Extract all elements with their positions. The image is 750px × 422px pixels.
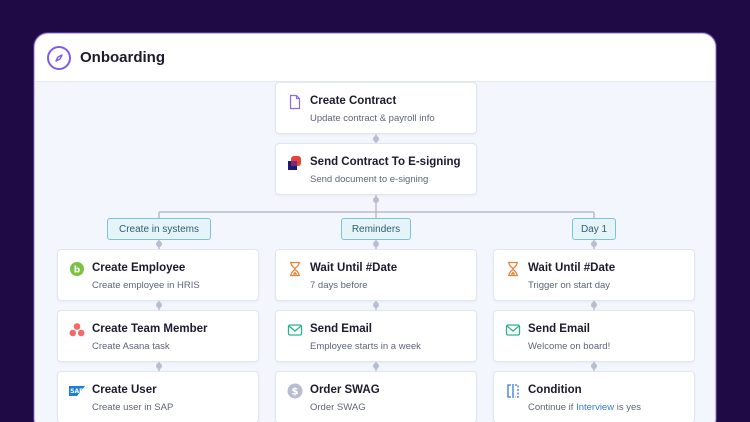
dollar-icon: $ [287, 383, 303, 399]
step-condition[interactable]: Condition Continue if Interview is yes [493, 371, 695, 422]
step-title: Create Employee [92, 262, 186, 274]
step-title: Create Team Member [92, 323, 208, 335]
esign-logo-icon [287, 155, 303, 171]
step-wait-until-date-day1[interactable]: Wait Until #Date Trigger on start day [493, 249, 695, 301]
step-subtitle: Update contract & payroll info [310, 113, 435, 124]
step-subtitle: Create employee in HRIS [92, 280, 200, 291]
step-subtitle: Continue if Interview is yes [528, 402, 641, 413]
step-subtitle: Welcome on board! [528, 341, 611, 352]
step-subtitle: Employee starts in a week [310, 341, 421, 352]
envelope-icon [505, 322, 521, 338]
step-title: Create Contract [310, 95, 397, 107]
svg-text:$: $ [292, 387, 299, 398]
branch-tag-day-1[interactable]: Day 1 [572, 218, 616, 240]
hris-logo-icon: b [69, 261, 85, 277]
compass-icon [47, 45, 71, 70]
step-order-swag[interactable]: $ Order SWAG Order SWAG [275, 371, 477, 422]
step-title: Send Email [528, 323, 590, 335]
step-subtitle: Trigger on start day [528, 280, 611, 291]
condition-icon [505, 383, 521, 399]
workflow-window: Onboarding Create Contract Update contra… [34, 33, 716, 422]
step-title: Create User [92, 384, 157, 396]
window-header: Onboarding [35, 34, 715, 82]
condition-text-before: Continue if [528, 402, 574, 413]
step-title: Send Email [310, 323, 372, 335]
step-send-contract-esigning[interactable]: Send Contract To E-signing Send document… [275, 143, 477, 195]
step-title: Send Contract To E-signing [310, 156, 461, 168]
step-create-team-member[interactable]: Create Team Member Create Asana task [57, 310, 259, 362]
step-title: Wait Until #Date [528, 262, 616, 274]
step-title: Wait Until #Date [310, 262, 398, 274]
step-send-email[interactable]: Send Email Employee starts in a week [275, 310, 477, 362]
asana-logo-icon [69, 322, 85, 338]
step-title: Condition [528, 384, 582, 396]
svg-text:SAP: SAP [70, 388, 84, 395]
step-title: Order SWAG [310, 384, 380, 396]
step-create-user[interactable]: SAP Create User Create user in SAP [57, 371, 259, 422]
step-subtitle: Create Asana task [92, 341, 170, 352]
step-subtitle: Order SWAG [310, 402, 366, 413]
step-subtitle: 7 days before [310, 280, 368, 291]
hourglass-icon [505, 261, 521, 277]
condition-text-after: is yes [616, 402, 642, 413]
step-subtitle: Send document to e-signing [310, 174, 429, 185]
step-create-employee[interactable]: b Create Employee Create employee in HRI… [57, 249, 259, 301]
workflow-canvas: Create Contract Update contract & payrol… [35, 82, 715, 422]
envelope-icon [287, 322, 303, 338]
branch-tag-create-in-systems[interactable]: Create in systems [107, 218, 211, 240]
step-create-contract[interactable]: Create Contract Update contract & payrol… [275, 82, 477, 134]
step-wait-until-date[interactable]: Wait Until #Date 7 days before [275, 249, 477, 301]
svg-text:b: b [74, 266, 81, 276]
document-icon [287, 94, 303, 110]
condition-field-link[interactable]: Interview [576, 402, 614, 413]
step-send-email-day1[interactable]: Send Email Welcome on board! [493, 310, 695, 362]
sap-logo-icon: SAP [69, 383, 85, 399]
step-subtitle: Create user in SAP [92, 402, 174, 413]
hourglass-icon [287, 261, 303, 277]
branch-tag-reminders[interactable]: Reminders [341, 218, 411, 240]
page-title: Onboarding [80, 49, 165, 66]
